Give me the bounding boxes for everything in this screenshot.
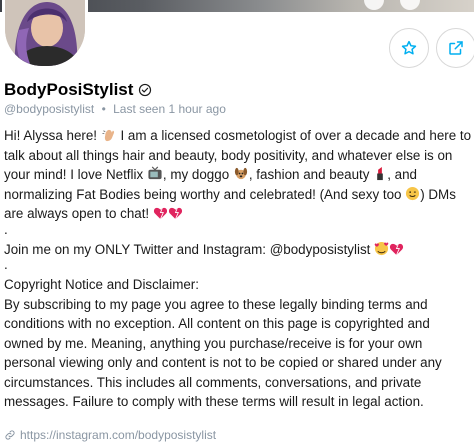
website-link-row[interactable]: https://instagram.com/bodyposistylist — [4, 428, 216, 442]
cover-overlay-icon[interactable] — [400, 0, 420, 10]
bio-intro: Hi! Alyssa here! I am a licensed cosmeto… — [4, 126, 472, 224]
verified-badge-icon — [139, 83, 152, 97]
display-name: BodyPosiStylist — [4, 80, 134, 99]
heart-emoji-icon — [168, 207, 182, 220]
dog-emoji-icon — [234, 167, 247, 180]
profile-name-row: BodyPosiStylist — [4, 80, 152, 100]
separator-dot: • — [101, 102, 106, 116]
handle[interactable]: @bodyposistylist — [4, 102, 94, 116]
last-seen-status: Last seen 1 hour ago — [113, 102, 226, 116]
share-button[interactable] — [436, 28, 474, 68]
star-icon — [401, 40, 417, 55]
television-emoji-icon — [148, 166, 162, 180]
winking-face-emoji-icon — [406, 186, 420, 200]
heart-emoji-icon — [153, 207, 167, 220]
share-icon — [449, 41, 463, 55]
copyright-title: Copyright Notice and Disclaimer: — [4, 277, 199, 292]
lipstick-emoji-icon — [377, 166, 383, 181]
bio-text: , fashion and beauty — [248, 167, 374, 182]
cover-overlay-icon[interactable] — [364, 0, 384, 10]
avatar[interactable] — [2, 0, 88, 69]
link-icon — [5, 430, 15, 440]
bio-dot: . — [4, 221, 8, 237]
handle-row: @bodyposistylist • Last seen 1 hour ago — [4, 102, 226, 116]
bio-text: Join me on my ONLY Twitter and Instagram… — [4, 241, 375, 257]
favorite-button[interactable] — [389, 28, 429, 68]
profile-bio: Hi! Alyssa here! I am a licensed cosmeto… — [4, 126, 472, 412]
waving-hand-emoji-icon — [102, 129, 114, 142]
copyright-body: By subscribing to my page you agree to t… — [4, 296, 446, 410]
heart-emoji-icon — [390, 243, 404, 255]
bio-text: Hi! Alyssa here! — [4, 128, 101, 143]
bio-dot: . — [4, 257, 8, 272]
bio-text: , my doggo — [162, 167, 233, 182]
website-link[interactable]: https://instagram.com/bodyposistylist — [20, 428, 216, 442]
smiling-hearts-face-emoji-icon — [374, 241, 389, 255]
bio-social: Join me on my ONLY Twitter and Instagram… — [4, 240, 472, 260]
